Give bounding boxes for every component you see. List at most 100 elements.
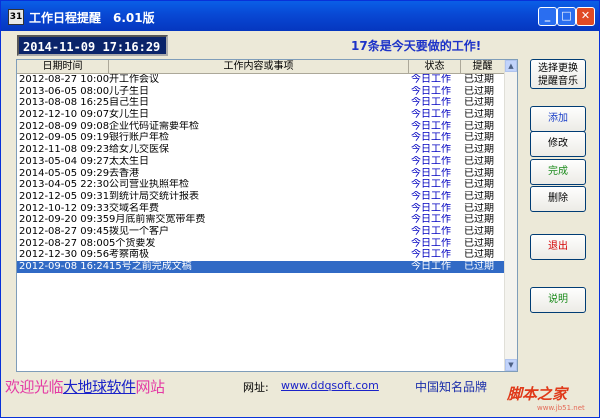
task-content: 企业代码证需要年检	[109, 120, 199, 132]
task-row[interactable]: 2012-09-05 09:19:19银行账户年检 今日工作 已过期	[17, 132, 505, 144]
task-time: 2012-12-30 09:56:39	[19, 249, 109, 261]
maximize-button[interactable]: □	[557, 7, 576, 26]
exit-button[interactable]: 退出	[530, 234, 586, 260]
task-status: 今日工作	[411, 214, 451, 226]
task-row[interactable]: 2012-08-27 09:45:45拨见一个客户 今日工作 已过期	[17, 226, 505, 238]
done-button[interactable]: 完成	[530, 159, 586, 185]
welcome-prefix: 欢迎光临	[5, 378, 64, 396]
title-bar[interactable]: 31 工作日程提醒 6.01版 _ □ ✕	[1, 1, 599, 31]
task-remind: 已过期	[464, 120, 494, 132]
task-content: 考察南极	[109, 249, 149, 261]
task-remind: 已过期	[464, 202, 494, 214]
help-button[interactable]: 说明	[530, 287, 586, 313]
task-time: 2012-08-09 09:08:25	[19, 120, 109, 132]
task-content: 公司营业执照年检	[109, 179, 189, 191]
task-time: 2013-05-04 09:27:45	[19, 155, 109, 167]
task-remind: 已过期	[464, 190, 494, 202]
window-title: 工作日程提醒	[29, 11, 102, 25]
task-content: 女儿生日	[109, 109, 149, 121]
task-status: 今日工作	[411, 167, 451, 179]
scroll-up-icon[interactable]: ▲	[505, 60, 517, 72]
task-status: 今日工作	[411, 261, 451, 272]
task-content: 交域名年费	[109, 202, 159, 214]
task-time: 2014-05-05 09:29:01	[19, 167, 109, 179]
task-row[interactable]: 2013-04-05 22:30:53公司营业执照年检 今日工作 已过期	[17, 179, 505, 191]
column-header-status[interactable]: 状态	[409, 60, 461, 74]
task-content: 自己生日	[109, 97, 149, 109]
task-row[interactable]: 2012-09-20 09:35:579月底前需交宽带年费 今日工作 已过期	[17, 214, 505, 226]
task-content: 太太生日	[109, 155, 149, 167]
maximize-icon: □	[561, 9, 572, 22]
task-row[interactable]: 2012-08-27 08:00:295个货要发 今日工作 已过期	[17, 238, 505, 250]
close-icon: ✕	[580, 9, 591, 22]
column-header-remind[interactable]: 提醒	[461, 60, 505, 74]
task-time: 2012-08-27 09:45:45	[19, 225, 109, 237]
column-header-time[interactable]: 日期时间	[17, 60, 109, 74]
task-remind: 已过期	[464, 261, 494, 272]
welcome-suffix: 网站	[135, 378, 166, 396]
task-content: 5个货要发	[109, 237, 156, 249]
task-status: 今日工作	[411, 144, 451, 156]
task-row[interactable]: 2012-09-08 16:24:5215号之前完成文稿 今日工作 已过期	[17, 261, 505, 273]
brand-link[interactable]: 大地球软件	[63, 378, 136, 396]
task-remind: 已过期	[464, 132, 494, 144]
task-status: 今日工作	[411, 202, 451, 214]
task-row[interactable]: 2012-10-12 09:33:42交域名年费 今日工作 已过期	[17, 203, 505, 215]
calendar-app-icon[interactable]: 31	[8, 9, 24, 25]
task-time: 2012-10-12 09:33:42	[19, 202, 109, 214]
task-content: 给女儿交医保	[109, 144, 169, 156]
main-panel: 2014-11-09 17:16:29 17条是今天要做的工作! 日期时间 工作…	[5, 31, 595, 414]
task-remind: 已过期	[464, 214, 494, 226]
task-time: 2012-11-08 09:23:28	[19, 144, 109, 156]
task-remind: 已过期	[464, 249, 494, 261]
minimize-button[interactable]: _	[538, 7, 557, 26]
task-list-header: 日期时间 工作内容或事项 状态 提醒	[17, 60, 517, 74]
task-time: 2012-09-05 09:19:19	[19, 132, 109, 144]
close-button[interactable]: ✕	[576, 7, 595, 26]
task-remind: 已过期	[464, 109, 494, 121]
task-time: 2013-08-08 16:25:11	[19, 97, 109, 109]
task-remind: 已过期	[464, 144, 494, 156]
task-status: 今日工作	[411, 132, 451, 144]
watermark-logo: 脚本之家	[507, 385, 568, 403]
task-remind: 已过期	[464, 237, 494, 249]
scroll-down-icon[interactable]: ▼	[505, 359, 517, 371]
site-url-link[interactable]: www.ddqsoft.com	[281, 379, 379, 392]
select-music-label-line1: 选择更换	[538, 63, 578, 74]
task-row[interactable]: 2012-11-08 09:23:28给女儿交医保 今日工作 已过期	[17, 144, 505, 156]
task-time: 2012-09-20 09:35:57	[19, 214, 109, 226]
task-content: 拨见一个客户	[109, 225, 169, 237]
task-list[interactable]: 日期时间 工作内容或事项 状态 提醒 2012-08-27 10:00:00开工…	[16, 59, 518, 372]
task-content: 儿子生日	[109, 85, 149, 97]
task-time: 2012-12-10 09:07:39	[19, 109, 109, 121]
edit-button[interactable]: 修改	[530, 131, 586, 157]
add-button[interactable]: 添加	[530, 106, 586, 132]
task-row[interactable]: 2013-05-04 09:27:45太太生日 今日工作 已过期	[17, 156, 505, 168]
task-row[interactable]: 2013-08-08 16:25:11自己生日 今日工作 已过期	[17, 97, 505, 109]
task-row[interactable]: 2012-08-27 10:00:00开工作会议 今日工作 已过期	[17, 74, 505, 86]
column-header-content[interactable]: 工作内容或事项	[109, 60, 409, 74]
task-content: 银行账户年检	[109, 132, 169, 144]
list-scrollbar[interactable]: ▲ ▼	[504, 60, 517, 371]
task-time: 2012-12-05 09:31:48	[19, 190, 109, 202]
select-music-button[interactable]: 选择更换 提醒音乐	[530, 59, 586, 89]
task-content: 9月底前需交宽带年费	[109, 214, 206, 226]
task-content: 15号之前完成文稿	[109, 261, 192, 272]
task-row[interactable]: 2012-12-10 09:07:39女儿生日 今日工作 已过期	[17, 109, 505, 121]
task-row[interactable]: 2013-06-05 08:00:00儿子生日 今日工作 已过期	[17, 86, 505, 98]
task-row[interactable]: 2014-05-05 09:29:01去香港 今日工作 已过期	[17, 168, 505, 180]
select-music-label-line2: 提醒音乐	[538, 76, 578, 87]
task-status: 今日工作	[411, 249, 451, 261]
task-row[interactable]: 2012-12-30 09:56:39考察南极 今日工作 已过期	[17, 249, 505, 261]
task-remind: 已过期	[464, 167, 494, 179]
task-status: 今日工作	[411, 237, 451, 249]
task-rows: 2012-08-27 10:00:00开工作会议今日工作已过期2013-06-0…	[17, 74, 505, 273]
task-row[interactable]: 2012-08-09 09:08:25企业代码证需要年检 今日工作 已过期	[17, 121, 505, 133]
welcome-text: 欢迎光临大地球软件网站	[5, 376, 165, 397]
brand-slogan: 中国知名品牌	[415, 380, 488, 394]
task-row[interactable]: 2012-12-05 09:31:48到统计局交统计报表 今日工作 已过期	[17, 191, 505, 203]
delete-button[interactable]: 删除	[530, 186, 586, 212]
task-content: 开工作会议	[109, 74, 159, 85]
task-status: 今日工作	[411, 120, 451, 132]
app-window: 31 工作日程提醒 6.01版 _ □ ✕ 2014-11-09 17:16:2…	[0, 0, 600, 418]
